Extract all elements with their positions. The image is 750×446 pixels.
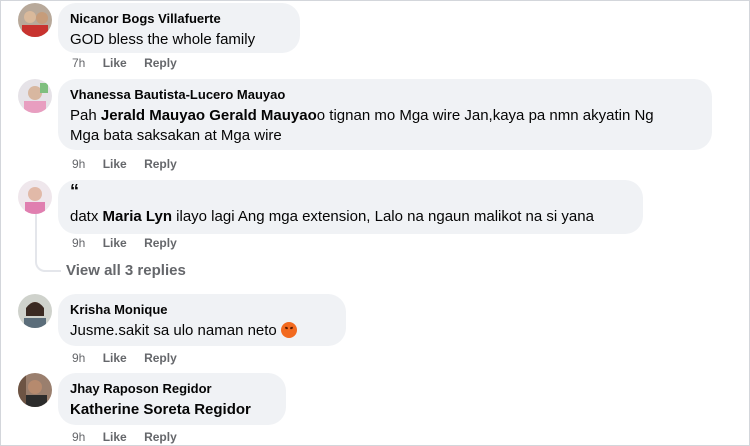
comment-actions: 9h Like Reply xyxy=(72,430,191,444)
avatar[interactable] xyxy=(18,3,52,37)
comment-text: datx Maria Lyn ilayo lagi Ang mga extens… xyxy=(70,208,594,225)
like-button[interactable]: Like xyxy=(103,351,127,365)
mention-link[interactable]: Maria Lyn xyxy=(103,208,172,225)
comment-time[interactable]: 9h xyxy=(72,157,85,171)
mention-link[interactable]: Jerald Mauyao xyxy=(101,107,205,124)
like-button[interactable]: Like xyxy=(103,56,127,70)
comment-text: Jusme.sakit sa ulo naman neto xyxy=(70,321,334,341)
comment-time[interactable]: 7h xyxy=(72,56,85,70)
comment-text: GOD bless the whole family xyxy=(70,31,256,48)
like-button[interactable]: Like xyxy=(103,157,127,171)
avatar[interactable] xyxy=(18,180,52,214)
comment-time[interactable]: 9h xyxy=(72,351,85,365)
view-replies-link[interactable]: View all 3 replies xyxy=(66,262,186,279)
reply-button[interactable]: Reply xyxy=(144,351,177,365)
comment-text: Pah Jerald Mauyao Gerald Mauyaoo tignan … xyxy=(70,107,654,144)
comment-author[interactable]: Vhanessa Bautista-Lucero Mauyao xyxy=(70,87,700,103)
mention-link[interactable]: Katherine Soreta Regidor xyxy=(70,400,274,420)
like-button[interactable]: Like xyxy=(103,430,127,444)
comment-author[interactable]: Nicanor Bogs Villafuerte xyxy=(70,11,288,27)
thread-line xyxy=(35,212,61,272)
comment-author[interactable]: “ xyxy=(70,182,631,200)
comment-actions: 9h Like Reply xyxy=(72,236,191,250)
mention-link[interactable]: Gerald Mauyao xyxy=(209,107,317,124)
comment-actions: 7h Like Reply xyxy=(72,56,191,70)
like-button[interactable]: Like xyxy=(103,236,127,250)
avatar[interactable] xyxy=(18,79,52,113)
comment-author[interactable]: Krisha Monique xyxy=(70,302,334,318)
comment-actions: 9h Like Reply xyxy=(72,157,191,171)
reply-button[interactable]: Reply xyxy=(144,236,177,250)
reply-button[interactable]: Reply xyxy=(144,430,177,444)
comment-bubble: “ datx Maria Lyn ilayo lagi Ang mga exte… xyxy=(58,180,643,234)
comment-actions: 9h Like Reply xyxy=(72,351,191,365)
reply-button[interactable]: Reply xyxy=(144,157,177,171)
comment-author[interactable]: Jhay Raposon Regidor xyxy=(70,381,274,397)
comment-bubble: Krisha Monique Jusme.sakit sa ulo naman … xyxy=(58,294,346,346)
avatar[interactable] xyxy=(18,294,52,328)
comment-time[interactable]: 9h xyxy=(72,236,85,250)
comment-time[interactable]: 9h xyxy=(72,430,85,444)
comment-bubble: Vhanessa Bautista-Lucero Mauyao Pah Jera… xyxy=(58,79,712,150)
comment-bubble: Jhay Raposon Regidor Katherine Soreta Re… xyxy=(58,373,286,425)
angry-face-icon xyxy=(280,322,297,338)
reply-button[interactable]: Reply xyxy=(144,56,177,70)
comment-bubble: Nicanor Bogs Villafuerte GOD bless the w… xyxy=(58,3,300,53)
avatar[interactable] xyxy=(18,373,52,407)
